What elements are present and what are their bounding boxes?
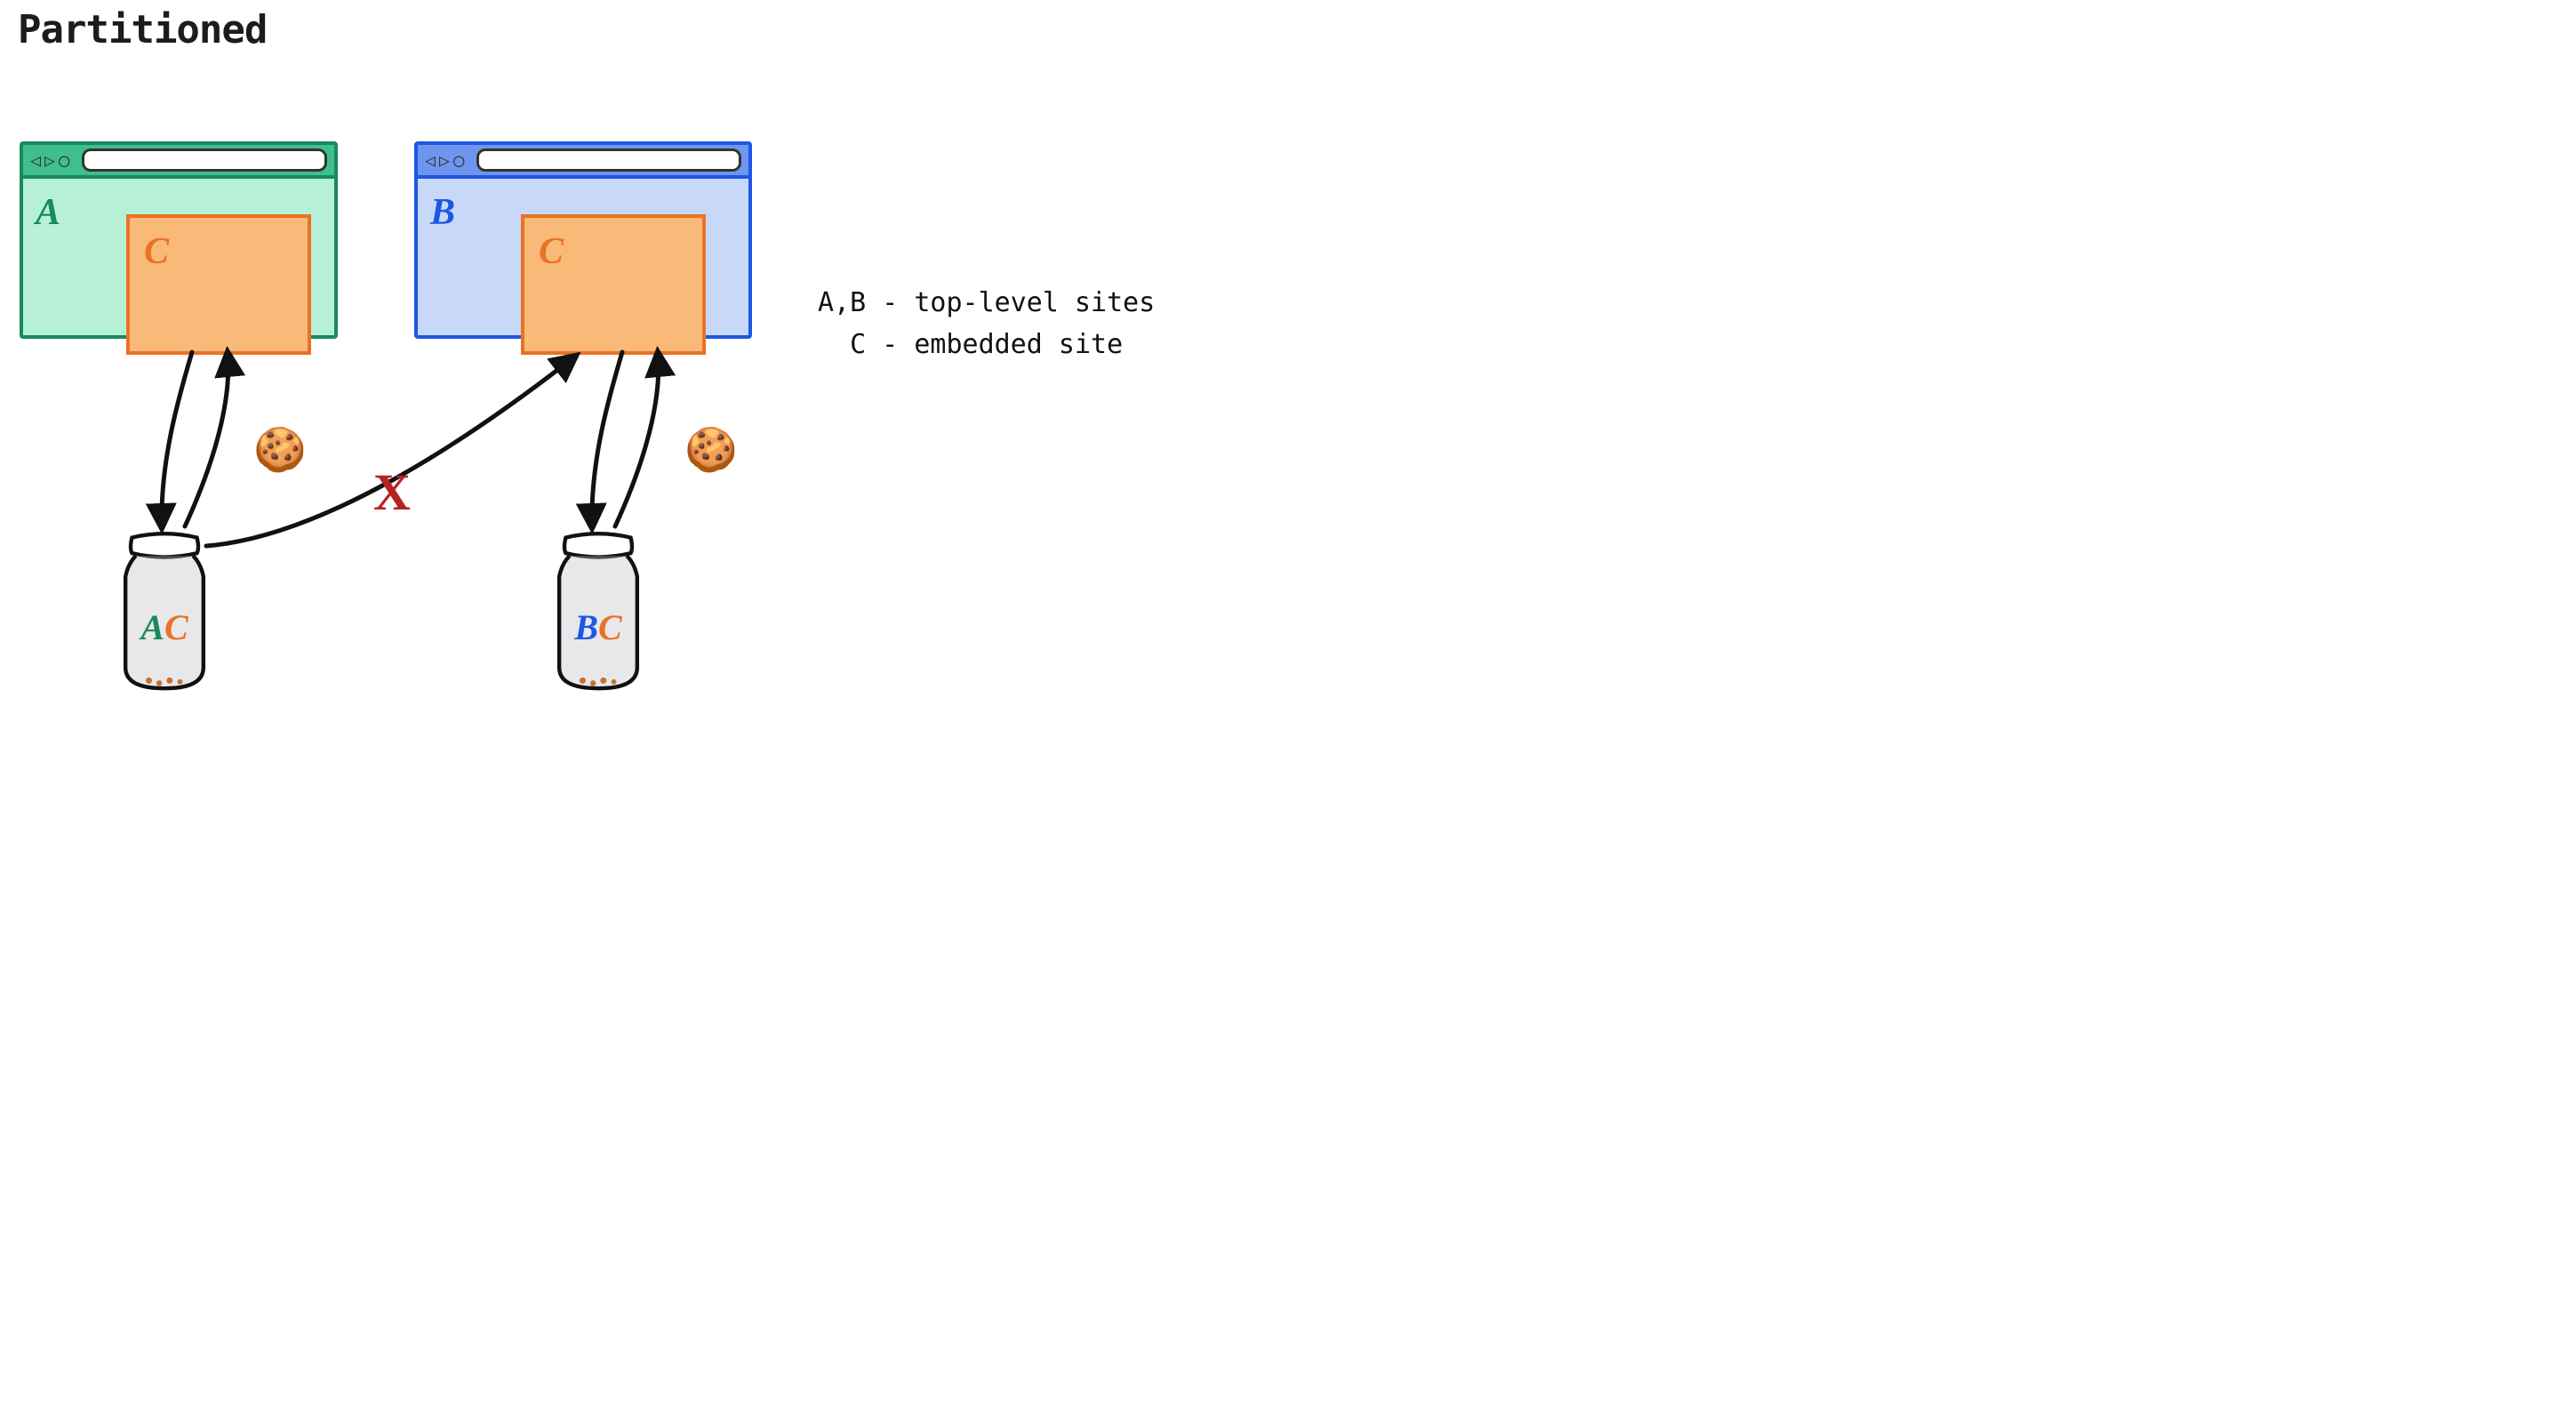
diagram-title: Partitioned: [18, 7, 267, 52]
browser-a-toolbar: ◁▷◯: [23, 145, 334, 179]
address-bar: [82, 148, 327, 172]
embed-c-in-b: C: [521, 214, 706, 355]
jar-a-letter: A: [140, 607, 164, 647]
cookie-jar-bc: BC: [532, 525, 665, 694]
cookie-icon: 🍪: [684, 429, 738, 471]
site-a-label: A: [36, 191, 60, 234]
embed-c-label: C: [539, 230, 564, 273]
jar-c-letter: C: [598, 607, 622, 647]
blocked-icon: X: [373, 462, 411, 522]
legend: A,B - top-level sites C - embedded site: [818, 283, 1155, 365]
browser-b: ◁▷◯ B C: [414, 141, 752, 339]
address-bar: [476, 148, 741, 172]
nav-icons: ◁▷◯: [30, 151, 69, 169]
cookie-jar-ac: AC: [98, 525, 231, 694]
site-b-label: B: [430, 191, 455, 234]
browser-b-toolbar: ◁▷◯: [418, 145, 748, 179]
cookie-icon: 🍪: [253, 429, 307, 471]
nav-icons: ◁▷◯: [425, 151, 464, 169]
embed-c-label: C: [144, 230, 169, 273]
jar-c-letter: C: [164, 607, 188, 647]
browser-a: ◁▷◯ A C: [20, 141, 338, 339]
embed-c-in-a: C: [126, 214, 311, 355]
legend-line-2: C - embedded site: [818, 325, 1155, 366]
legend-line-1: A,B - top-level sites: [818, 283, 1155, 325]
jar-b-letter: B: [574, 607, 598, 647]
